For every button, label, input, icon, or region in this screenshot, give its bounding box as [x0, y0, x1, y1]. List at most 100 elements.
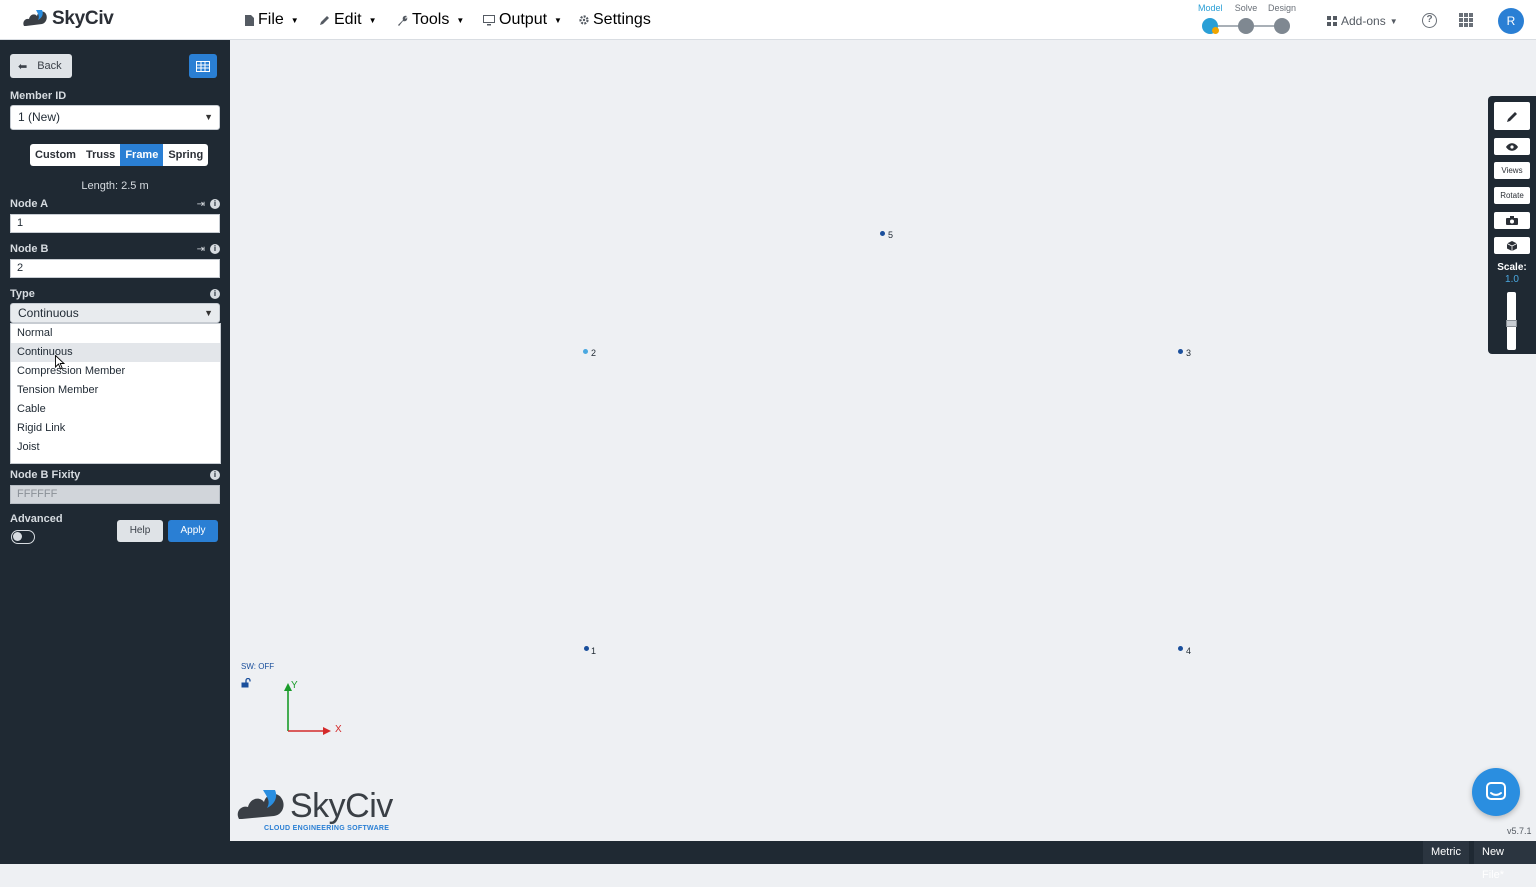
chevron-down-icon: ▼ [456, 15, 465, 25]
menu-file[interactable]: File ▼ [245, 0, 299, 40]
workflow-connector [1254, 25, 1276, 27]
menu-edit[interactable]: Edit ▼ [320, 0, 377, 40]
type-option-rigid-link[interactable]: Rigid Link [11, 419, 220, 438]
table-icon [196, 60, 210, 72]
grid-icon [1327, 16, 1337, 26]
apps-grid-icon[interactable] [1459, 13, 1473, 27]
info-icon[interactable]: i [210, 470, 220, 480]
avatar[interactable]: R [1498, 8, 1524, 34]
menu-tools-label: Tools [412, 11, 450, 28]
version-label: v5.7.1 [1507, 826, 1532, 836]
units-indicator[interactable]: Metric [1423, 841, 1469, 864]
member-panel: ⬅ Back Member ID 1 (New) ▼ Custom Truss … [0, 40, 230, 864]
member-type-truss[interactable]: Truss [81, 144, 120, 166]
apply-button[interactable]: Apply [168, 520, 218, 542]
edit-mode-button[interactable] [1494, 102, 1530, 130]
chat-support-button[interactable] [1472, 768, 1520, 816]
type-option-cable[interactable]: Cable [11, 400, 220, 419]
menu-output[interactable]: Output ▼ [483, 0, 562, 40]
node-b-label: Node B [10, 243, 49, 255]
workflow-solve-label: Solve [1234, 3, 1258, 13]
node-point[interactable] [583, 349, 588, 354]
toggle-knob [13, 532, 22, 541]
camera-icon [1506, 216, 1518, 225]
chevron-down-icon: ▼ [554, 15, 562, 25]
type-option-compression-member[interactable]: Compression Member [11, 362, 220, 381]
watermark-text: SkyCiv [290, 787, 393, 825]
workflow-design-label: Design [1268, 3, 1297, 13]
select-node-icon[interactable]: ⇥ [197, 244, 205, 255]
workflow-connector [1218, 25, 1240, 27]
screenshot-button[interactable] [1494, 212, 1530, 229]
help-button[interactable]: Help [117, 520, 163, 542]
rotate-button[interactable]: Rotate [1494, 187, 1530, 204]
right-toolbar: Views Rotate Scale: 1.0 [1488, 96, 1536, 354]
eye-icon [1506, 142, 1518, 151]
views-button[interactable]: Views [1494, 162, 1530, 179]
type-select[interactable]: Continuous ▼ [10, 303, 220, 323]
self-weight-status: SW: OFF [241, 662, 275, 671]
type-option-tension-member[interactable]: Tension Member [11, 381, 220, 400]
help-icon[interactable]: ? [1422, 13, 1437, 28]
model-canvas[interactable]: 1 2 3 4 5 SW: OFF Y X [230, 40, 1536, 841]
node-point[interactable] [880, 231, 885, 236]
menu-settings[interactable]: Settings [579, 0, 651, 40]
info-icon[interactable]: i [210, 199, 220, 209]
gear-icon [579, 15, 589, 25]
scale-label: Scale: [1497, 262, 1527, 273]
type-option-normal[interactable]: Normal [11, 324, 220, 343]
pencil-icon [320, 16, 329, 25]
scale-value: 1.0 [1505, 274, 1519, 285]
back-button[interactable]: ⬅ Back [10, 54, 72, 78]
menu-addons-label: Add-ons [1341, 14, 1386, 28]
file-name-indicator[interactable]: New File* [1474, 841, 1536, 881]
back-label: Back [37, 60, 62, 72]
workflow-design-step[interactable] [1274, 18, 1290, 34]
visibility-button[interactable] [1494, 138, 1530, 155]
member-type-segmented: Custom Truss Frame Spring [30, 144, 209, 166]
menu-settings-label: Settings [593, 11, 651, 28]
node-a-input[interactable]: 1 [10, 214, 220, 233]
node-b-fixity-label: Node B Fixity [10, 469, 81, 481]
chat-icon [1486, 782, 1506, 800]
node-label: 3 [1186, 348, 1192, 358]
node-b-fixity-input[interactable]: FFFFFF [10, 485, 220, 504]
scale-slider[interactable] [1506, 292, 1517, 350]
chevron-down-icon: ▼ [290, 15, 299, 25]
skyciv-logo-icon [237, 790, 284, 819]
member-length: Length: 2.5 m [81, 180, 149, 192]
info-icon[interactable]: i [210, 244, 220, 254]
member-type-frame[interactable]: Frame [120, 144, 164, 166]
3d-view-button[interactable] [1494, 237, 1530, 254]
mouse-cursor-icon [55, 355, 65, 370]
node-b-input[interactable]: 2 [10, 259, 220, 278]
axis-y-label: Y [291, 680, 298, 691]
type-option-joist[interactable]: Joist [11, 438, 220, 457]
arrow-left-icon: ⬅ [18, 60, 28, 73]
member-type-spring[interactable]: Spring [163, 144, 208, 166]
fixity-actions: i [210, 470, 220, 480]
member-id-select[interactable]: 1 (New) ▼ [10, 105, 220, 130]
member-type-custom[interactable]: Custom [30, 144, 81, 166]
skyciv-logo[interactable]: SkyCiv [22, 8, 114, 30]
cube-icon [1507, 240, 1517, 251]
workflow-model-step[interactable] [1202, 18, 1219, 34]
node-label: 1 [591, 646, 597, 656]
node-point[interactable] [1178, 646, 1183, 651]
chevron-down-icon: ▼ [368, 15, 377, 25]
node-point[interactable] [584, 646, 589, 651]
select-node-icon[interactable]: ⇥ [197, 199, 205, 210]
unlock-icon[interactable] [241, 678, 251, 688]
axis-x-label: X [335, 724, 342, 735]
menu-addons[interactable]: Add-ons ▼ [1327, 14, 1398, 28]
menu-tools[interactable]: Tools ▼ [397, 0, 464, 40]
workflow-solve-step[interactable] [1238, 18, 1254, 34]
node-point[interactable] [1178, 349, 1183, 354]
advanced-toggle[interactable] [11, 530, 35, 544]
advanced-label: Advanced [10, 513, 63, 525]
slider-handle[interactable] [1506, 320, 1517, 327]
table-view-button[interactable] [189, 54, 217, 78]
node-label: 5 [888, 230, 894, 240]
info-icon[interactable]: i [210, 289, 220, 299]
type-option-continuous[interactable]: Continuous [11, 343, 220, 362]
